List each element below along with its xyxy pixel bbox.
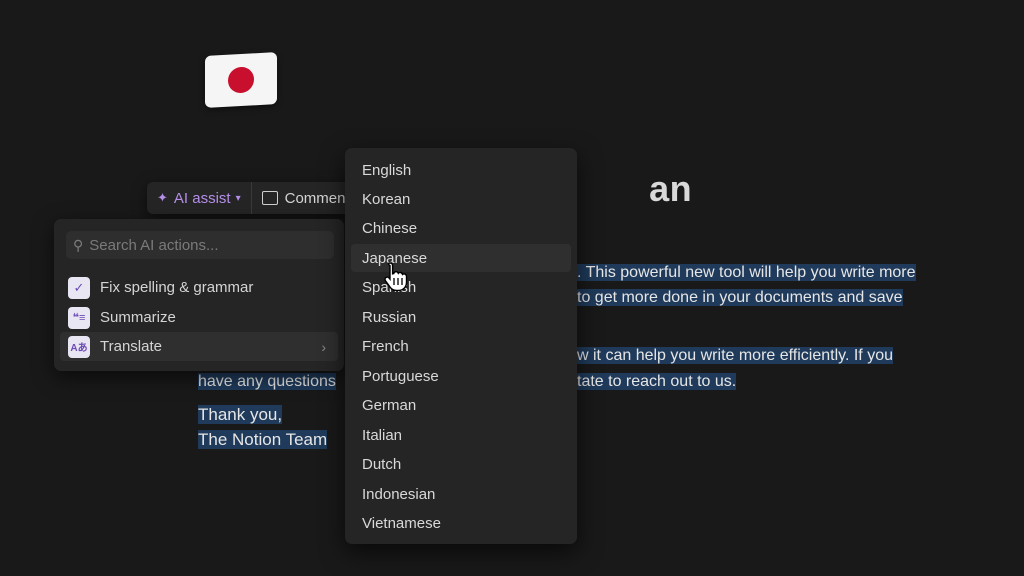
language-german[interactable]: German	[351, 391, 571, 419]
page-title-text: an	[649, 168, 693, 209]
language-dutch[interactable]: Dutch	[351, 450, 571, 478]
signoff-line: Thank you,	[198, 405, 283, 424]
language-french[interactable]: French	[351, 332, 571, 360]
language-portuguese[interactable]: Portuguese	[351, 362, 571, 390]
japan-flag-icon	[205, 52, 277, 108]
language-chinese[interactable]: Chinese	[351, 214, 571, 242]
ai-assist-button[interactable]: ✦ AI assist ▾	[147, 182, 252, 214]
language-italian[interactable]: Italian	[351, 421, 571, 449]
paragraph-line: tate to reach out to us.	[577, 373, 737, 390]
paragraph-line: w it can help you write more efficiently…	[577, 347, 893, 364]
ai-actions-menu: ⚲ Search AI actions... ✓ Fix spelling & …	[54, 219, 344, 371]
language-submenu: English Korean Chinese Japanese Spanish …	[345, 148, 577, 544]
ai-action-summarize[interactable]: ❝≡ Summarize	[60, 303, 338, 332]
language-vietnamese[interactable]: Vietnamese	[351, 509, 571, 537]
comment-icon	[261, 191, 278, 205]
ai-action-translate[interactable]: Aあ Translate ›	[60, 332, 338, 361]
search-placeholder: Search AI actions...	[89, 236, 219, 254]
hand-pointer-icon	[384, 262, 408, 292]
check-icon: ✓	[68, 276, 90, 299]
chevron-down-icon: ▾	[235, 192, 241, 204]
paragraph-line: to get more done in your documents and s…	[577, 289, 903, 306]
language-english[interactable]: English	[351, 156, 571, 184]
ai-action-label: Translate	[100, 338, 162, 355]
ai-action-fix-spelling[interactable]: ✓ Fix spelling & grammar	[60, 273, 338, 302]
comment-label: Commen	[284, 189, 346, 207]
language-russian[interactable]: Russian	[351, 303, 571, 331]
language-korean[interactable]: Korean	[351, 185, 571, 213]
paragraph-line: . This powerful new tool will help you w…	[577, 264, 916, 281]
language-indonesian[interactable]: Indonesian	[351, 480, 571, 508]
signoff-line: The Notion Team	[198, 430, 328, 449]
selection-toolbar: ✦ AI assist ▾ Commen	[147, 182, 359, 214]
chevron-right-icon: ›	[321, 338, 326, 355]
ai-search-input[interactable]: ⚲ Search AI actions...	[66, 231, 334, 259]
paragraph-line: have any questions	[198, 373, 336, 390]
ai-action-label: Summarize	[100, 309, 176, 326]
ai-action-label: Fix spelling & grammar	[100, 279, 254, 296]
comment-button[interactable]: Commen	[252, 182, 356, 214]
translate-icon: Aあ	[68, 335, 90, 358]
sparkle-icon: ✦	[157, 190, 168, 205]
quote-lines-icon: ❝≡	[68, 306, 90, 329]
search-icon: ⚲	[73, 236, 84, 253]
ai-assist-label: AI assist	[173, 189, 231, 207]
